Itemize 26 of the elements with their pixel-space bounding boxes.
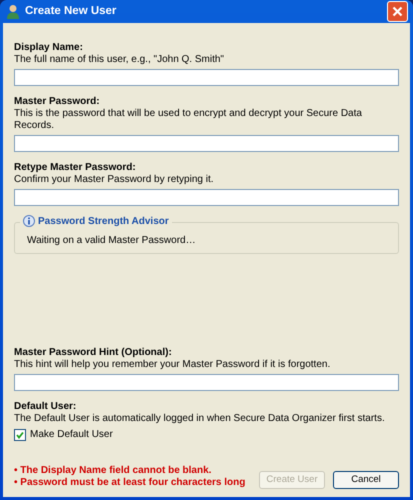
error-message: • Password must be at least four characters long xyxy=(14,477,246,489)
info-icon xyxy=(23,215,35,228)
advisor-title: Password Strength Advisor xyxy=(38,215,169,229)
input-field[interactable] xyxy=(14,374,399,391)
checkbox[interactable] xyxy=(14,429,26,441)
field-description: The full name of this user, e.g., "John Q. Smith" xyxy=(14,54,225,66)
window-title: Create New User xyxy=(25,4,118,19)
field-label: Default User: xyxy=(14,400,78,413)
close-button[interactable] xyxy=(387,1,408,22)
cancel-button[interactable]: Cancel xyxy=(333,471,399,489)
close-icon xyxy=(392,6,403,17)
field-label: Master Password Hint (Optional): xyxy=(14,346,173,359)
field-description: This is the password that will be used to encrypt and decrypt your Secure Data Records. xyxy=(14,108,363,132)
advisor-message: Waiting on a valid Master Password… xyxy=(27,235,197,247)
field-description: This hint will help you remember your Master Password if it is forgotten. xyxy=(14,359,332,371)
input-field[interactable] xyxy=(14,135,399,152)
error-message: • The Display Name field cannot be blank. xyxy=(14,465,212,477)
checkbox-label: Make Default User xyxy=(30,429,113,441)
field-description: Confirm your Master Password by retyping it. xyxy=(14,174,215,186)
field-description: The Default User is automatically logged in when Secure Data Organizer first starts. xyxy=(14,413,386,425)
user-icon xyxy=(6,4,20,19)
input-field[interactable] xyxy=(14,189,399,206)
field-label: Display Name: xyxy=(14,41,84,54)
input-field[interactable] xyxy=(14,69,399,86)
field-label: Master Password: xyxy=(14,95,101,108)
field-label: Retype Master Password: xyxy=(14,161,137,174)
